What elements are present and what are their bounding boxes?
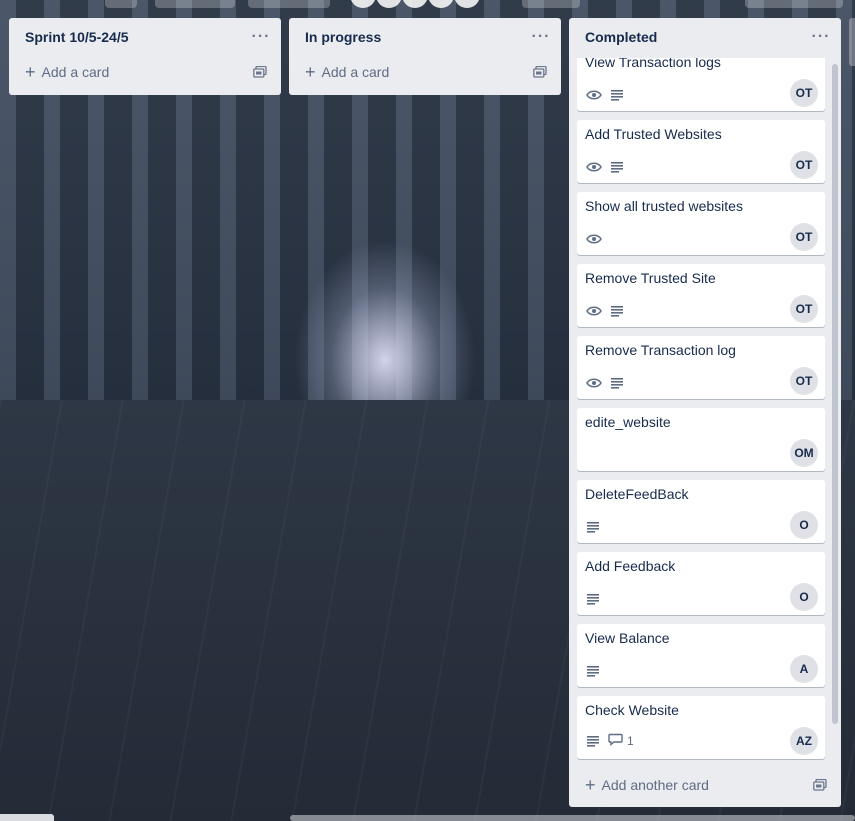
card-delete-feedback[interactable]: DeleteFeedBack O <box>577 480 825 543</box>
comment-icon <box>608 733 623 749</box>
member-avatar[interactable] <box>376 0 402 8</box>
description-icon <box>610 305 624 317</box>
card-title: Add Feedback <box>585 558 676 574</box>
add-card-button[interactable]: + Add a card <box>297 56 553 88</box>
card-check-website[interactable]: Check Website 1 AZ <box>577 696 825 759</box>
card-add-trusted-websites[interactable]: Add Trusted Websites OT <box>577 120 825 183</box>
avatar[interactable]: O <box>790 511 818 539</box>
header-button[interactable] <box>745 0 843 8</box>
avatar[interactable]: OT <box>790 223 818 251</box>
list-header: Sprint 10/5-24/5 ··· <box>9 18 281 56</box>
plus-icon: + <box>585 775 596 795</box>
card-title: Remove Transaction log <box>585 342 736 358</box>
member-avatar[interactable] <box>428 0 454 8</box>
card-view-balance[interactable]: View Balance A <box>577 624 825 687</box>
card-add-feedback[interactable]: Add Feedback O <box>577 552 825 615</box>
list-menu-button[interactable]: ··· <box>809 25 833 49</box>
card-title: edite_website <box>585 414 671 430</box>
plus-icon: + <box>305 62 316 82</box>
header-button[interactable] <box>522 0 580 8</box>
board-horizontal-scrollbar[interactable] <box>290 815 855 821</box>
member-avatar[interactable] <box>402 0 428 8</box>
comment-count: 1 <box>627 734 634 748</box>
add-card-label: Add another card <box>601 777 709 793</box>
list-sprint[interactable]: Sprint 10/5-24/5 ··· + Add a card <box>9 18 281 95</box>
eye-icon <box>586 89 602 101</box>
list-completed[interactable]: Completed ··· View Transaction logs OT A… <box>569 18 841 807</box>
card-title: Show all trusted websites <box>585 198 743 214</box>
card-template-icon[interactable] <box>253 66 267 78</box>
eye-icon <box>586 233 602 245</box>
add-another-card-button[interactable]: + Add another card <box>577 769 833 801</box>
card-template-icon[interactable] <box>533 66 547 78</box>
card-remove-trusted-site[interactable]: Remove Trusted Site OT <box>577 264 825 327</box>
card-title: Check Website <box>585 702 679 718</box>
next-list-edge[interactable] <box>849 18 855 66</box>
description-icon <box>586 521 600 533</box>
card-title: View Transaction logs <box>585 58 721 70</box>
member-avatar[interactable] <box>350 0 376 8</box>
card-title: DeleteFeedBack <box>585 486 689 502</box>
card-template-icon[interactable] <box>813 779 827 791</box>
list-in-progress[interactable]: In progress ··· + Add a card <box>289 18 561 95</box>
avatar[interactable]: OM <box>790 439 818 467</box>
list-title[interactable]: Sprint 10/5-24/5 <box>25 29 129 45</box>
description-icon <box>586 665 600 677</box>
add-card-button[interactable]: + Add a card <box>17 56 273 88</box>
bottom-left-element <box>0 814 54 821</box>
top-header-fragment <box>0 0 855 10</box>
description-icon <box>586 593 600 605</box>
member-avatar[interactable] <box>454 0 480 8</box>
list-header: Completed ··· <box>569 18 841 56</box>
card-title: Add Trusted Websites <box>585 126 722 142</box>
card-edite-website[interactable]: edite_website OM <box>577 408 825 471</box>
plus-icon: + <box>25 62 36 82</box>
add-card-label: Add a card <box>41 64 110 80</box>
card-view-transaction-logs[interactable]: View Transaction logs OT <box>577 58 825 111</box>
header-button[interactable] <box>155 0 235 8</box>
comment-badge: 1 <box>608 733 634 749</box>
eye-icon <box>586 377 602 389</box>
list-header: In progress ··· <box>289 18 561 56</box>
list-scrollbar[interactable] <box>831 58 839 767</box>
avatar[interactable]: A <box>790 655 818 683</box>
header-button[interactable] <box>248 0 330 8</box>
header-button[interactable] <box>105 0 137 8</box>
avatar[interactable]: OT <box>790 295 818 323</box>
card-show-all-trusted-websites[interactable]: Show all trusted websites OT <box>577 192 825 255</box>
add-card-label: Add a card <box>321 64 390 80</box>
avatar[interactable]: OT <box>790 151 818 179</box>
list-scrollbar-thumb[interactable] <box>832 64 838 724</box>
card-list[interactable]: View Transaction logs OT Add Trusted Web… <box>569 58 827 767</box>
avatar[interactable]: AZ <box>790 727 818 755</box>
eye-icon <box>586 305 602 317</box>
list-title[interactable]: In progress <box>305 29 381 45</box>
card-title: View Balance <box>585 630 670 646</box>
description-icon <box>610 377 624 389</box>
card-title: Remove Trusted Site <box>585 270 716 286</box>
description-icon <box>610 161 624 173</box>
list-title[interactable]: Completed <box>585 29 657 45</box>
list-menu-button[interactable]: ··· <box>529 25 553 49</box>
avatar[interactable]: OT <box>790 79 818 107</box>
description-icon <box>610 89 624 101</box>
avatar[interactable]: OT <box>790 367 818 395</box>
card-remove-transaction-log[interactable]: Remove Transaction log OT <box>577 336 825 399</box>
list-menu-button[interactable]: ··· <box>249 25 273 49</box>
description-icon <box>586 735 600 747</box>
eye-icon <box>586 161 602 173</box>
avatar[interactable]: O <box>790 583 818 611</box>
